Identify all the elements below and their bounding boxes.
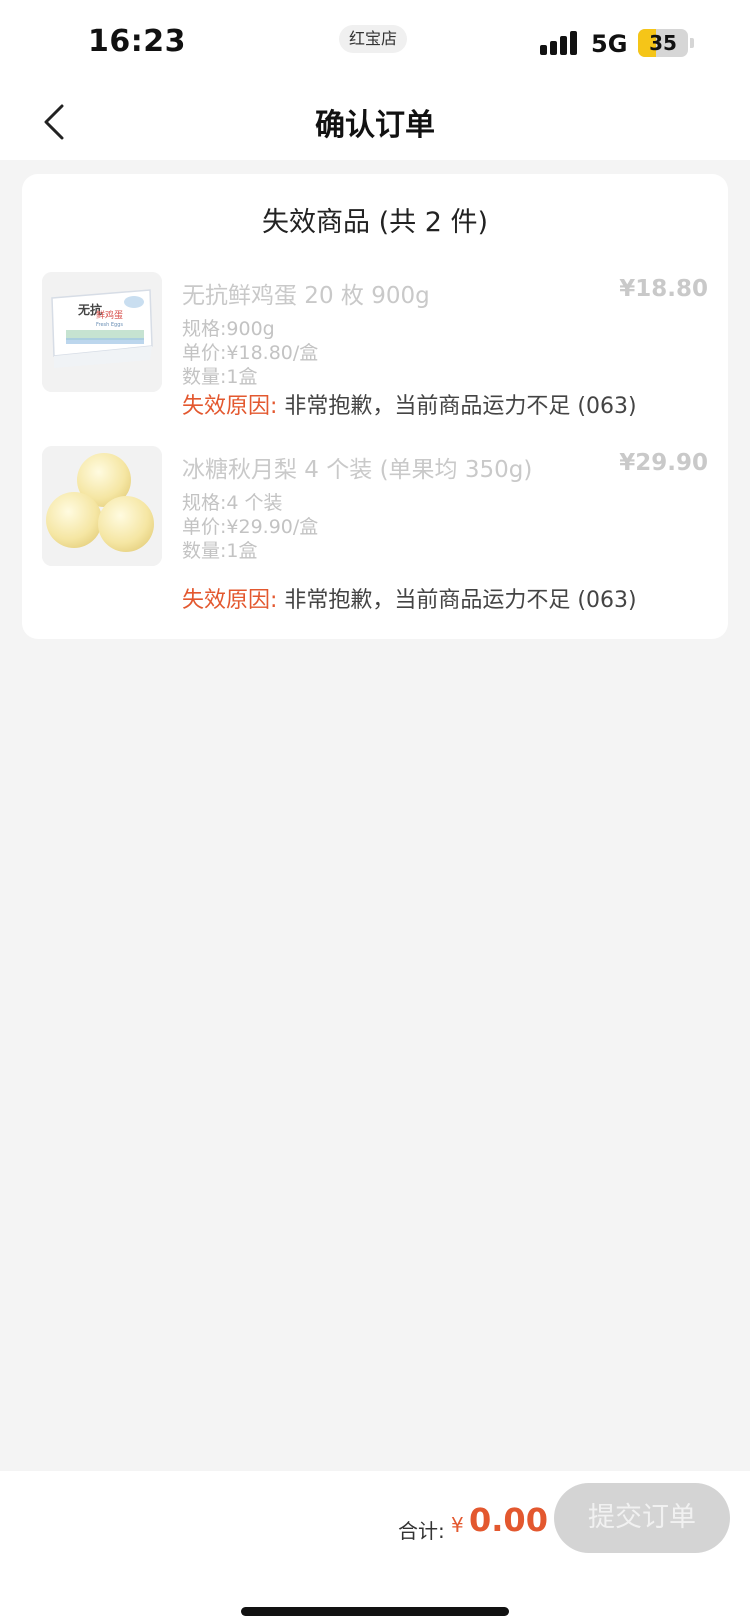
network-type: 5G [591, 30, 628, 58]
battery-tip [690, 38, 694, 48]
invalid-reason: 失效原因: 非常抱歉，当前商品运力不足 (063) [182, 388, 637, 420]
invalid-reason-label: 失效原因: [182, 394, 278, 419]
item-price: ¥29.90 [619, 450, 708, 476]
top-area: 16:23 红宝店 5G 35 确认订单 [0, 0, 750, 160]
status-center-label: 红宝店 [339, 25, 408, 53]
invalid-items-card: 失效商品 (共 2 件) 无抗 鲜鸡蛋 Fresh Eggs 无抗鲜鸡蛋 20 … [22, 174, 728, 639]
status-time: 16:23 [88, 24, 186, 59]
total-amount: 0.00 [469, 1501, 548, 1539]
pear-image [42, 446, 162, 566]
battery-level: 35 [649, 31, 677, 55]
invalid-item[interactable]: 冰糖秋月梨 4 个装 (单果均 350g) ¥29.90 规格:4 个装 单价:… [42, 446, 708, 616]
invalid-reason-text: 非常抱歉，当前商品运力不足 (063) [284, 588, 637, 613]
egg-box-image: 无抗 鲜鸡蛋 Fresh Eggs [42, 272, 162, 392]
app-root: 16:23 红宝店 5G 35 确认订单 失效商品 (共 2 件) 无抗 鲜鸡蛋… [0, 0, 750, 1622]
item-unit-price: 单价:¥18.80/盒 [182, 342, 319, 364]
item-price: ¥18.80 [619, 276, 708, 302]
svg-text:鲜鸡蛋: 鲜鸡蛋 [96, 309, 123, 321]
invalid-reason-text: 非常抱歉，当前商品运力不足 (063) [284, 394, 637, 419]
item-quantity: 数量:1盒 [182, 540, 258, 562]
item-spec: 规格:900g [182, 318, 275, 340]
egg-box-illustration: 无抗 鲜鸡蛋 Fresh Eggs [42, 272, 162, 392]
invalid-reason: 失效原因: 非常抱歉，当前商品运力不足 (063) [182, 582, 637, 614]
item-spec: 规格:4 个装 [182, 492, 283, 514]
invalid-reason-label: 失效原因: [182, 588, 278, 613]
item-name: 冰糖秋月梨 4 个装 (单果均 350g) [182, 457, 533, 483]
bottom-bar: 合计: ¥ 0.00 提交订单 [0, 1471, 750, 1622]
invalid-items-title: 失效商品 (共 2 件) [262, 207, 488, 238]
item-unit-price: 单价:¥29.90/盒 [182, 516, 319, 538]
submit-order-button[interactable]: 提交订单 [554, 1483, 730, 1553]
pear-illustration [42, 446, 162, 566]
item-name: 无抗鲜鸡蛋 20 枚 900g [182, 283, 430, 309]
svg-text:Fresh Eggs: Fresh Eggs [96, 322, 123, 328]
total-currency: ¥ [451, 1513, 464, 1537]
signal-icon [540, 31, 580, 55]
item-quantity: 数量:1盒 [182, 366, 258, 388]
page-title: 确认订单 [315, 108, 435, 143]
invalid-item[interactable]: 无抗 鲜鸡蛋 Fresh Eggs 无抗鲜鸡蛋 20 枚 900g ¥18.80… [42, 272, 708, 422]
total-label: 合计: [398, 1519, 445, 1543]
home-indicator [241, 1607, 509, 1616]
battery-icon: 35 [638, 29, 688, 57]
